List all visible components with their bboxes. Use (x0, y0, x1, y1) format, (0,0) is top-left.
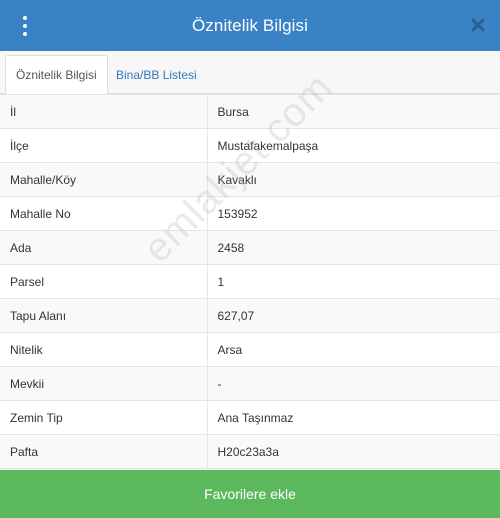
row-key: İlçe (0, 128, 208, 163)
modal-title: Öznitelik Bilgisi (191, 15, 308, 35)
vertical-dots-icon[interactable] (18, 15, 32, 37)
row-value: Ana Taşınmaz (206, 400, 500, 435)
tab-bina-bb-listesi[interactable]: Bina/BB Listesi (106, 55, 207, 94)
row-key: Parsel (0, 264, 208, 299)
row-value: Arsa (206, 332, 500, 367)
row-value: 153952 (206, 196, 500, 231)
row-key: Pafta (0, 434, 208, 469)
table-row: Pafta H20c23a3a (0, 434, 500, 469)
table-row: Nitelik Arsa (0, 332, 500, 367)
table-row: Ada 2458 (0, 230, 500, 265)
row-key: Tapu Alanı (0, 298, 208, 333)
row-key: Nitelik (0, 332, 208, 367)
table-row: Zemin Tip Ana Taşınmaz (0, 400, 500, 435)
table-row: İlçe Mustafakemalpaşa (0, 128, 500, 163)
row-value: 1 (206, 264, 500, 299)
row-key: Mevkii (0, 366, 208, 401)
table-row: Parsel 1 (0, 264, 500, 299)
attribute-table: İl Bursa İlçe Mustafakemalpaşa Mahalle/K… (0, 94, 500, 469)
table-row: Tapu Alanı 627,07 (0, 298, 500, 333)
row-key: Zemin Tip (0, 400, 208, 435)
row-key: Mahalle/Köy (0, 162, 208, 197)
table-row: Mahalle/Köy Kavaklı (0, 162, 500, 197)
row-value: Kavaklı (206, 162, 500, 197)
row-value: Bursa (206, 94, 500, 129)
row-value: H20c23a3a (206, 434, 500, 469)
add-to-favorites-button[interactable]: Favorilere ekle (0, 470, 500, 518)
row-value: Mustafakemalpaşa (206, 128, 500, 163)
row-value: 627,07 (206, 298, 500, 333)
tab-bar: Öznitelik Bilgisi Bina/BB Listesi (0, 51, 500, 95)
row-key: Mahalle No (0, 196, 208, 231)
table-row: Mahalle No 153952 (0, 196, 500, 231)
close-icon[interactable] (470, 17, 486, 33)
row-value: - (206, 366, 500, 401)
row-value: 2458 (206, 230, 500, 265)
tab-oznitelik-bilgisi[interactable]: Öznitelik Bilgisi (5, 55, 108, 95)
table-row: İl Bursa (0, 94, 500, 129)
table-row: Mevkii - (0, 366, 500, 401)
row-key: İl (0, 94, 208, 129)
row-key: Ada (0, 230, 208, 265)
modal-header: Öznitelik Bilgisi (0, 0, 500, 51)
